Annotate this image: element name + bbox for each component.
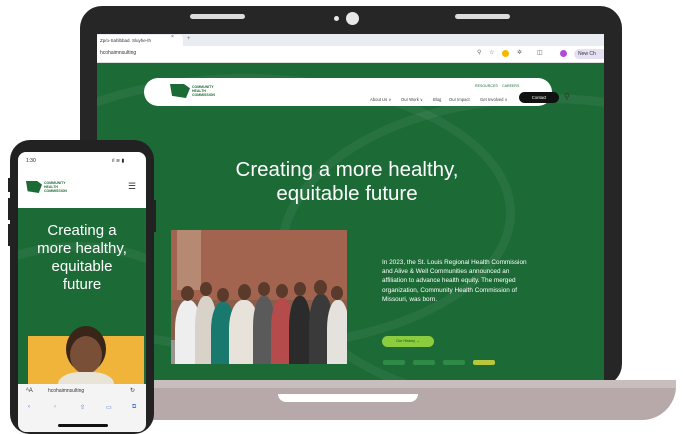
forward-icon[interactable]: ›	[54, 404, 56, 410]
puzzle-icon[interactable]: ✲	[517, 49, 522, 57]
logo-line: COMMISSION	[44, 189, 67, 193]
person-head	[258, 282, 270, 296]
carousel-indicator[interactable]	[413, 360, 435, 365]
person-head	[181, 286, 194, 301]
star-icon[interactable]: ☆	[489, 49, 494, 57]
close-icon[interactable]: ×	[171, 34, 174, 40]
hero-title-line: more healthy,	[37, 240, 127, 257]
phone-side-button	[8, 224, 11, 246]
person-head	[200, 282, 212, 296]
text-size-icon[interactable]: ᴬA	[26, 388, 33, 394]
our-history-button[interactable]: Our History →	[382, 336, 434, 347]
phone-power-button	[153, 200, 156, 232]
share-icon[interactable]: ⇧	[80, 404, 85, 411]
phone-site-header: COMMUNITY HEALTH COMMISSION ☰	[18, 171, 146, 208]
carousel-indicator[interactable]	[383, 360, 405, 365]
webcam	[346, 12, 359, 25]
logo-line: COMMISSION	[192, 93, 215, 97]
person	[289, 296, 311, 364]
signal-wifi-battery-icon: ıl ≋ ▮	[112, 158, 125, 164]
person-head	[217, 288, 229, 302]
tab-title: Zp/o-Sahlbbad. Sluyhe-Ih	[100, 38, 152, 43]
phone-side-button	[8, 198, 11, 220]
search-icon[interactable]: ⚲	[564, 92, 570, 101]
resources-link[interactable]: RESOURCES	[475, 84, 498, 88]
new-chrome-button[interactable]: New Ch	[574, 49, 604, 59]
logo-text[interactable]: COMMUNITY HEALTH COMMISSION	[44, 181, 67, 193]
carousel-indicator-active[interactable]	[473, 360, 495, 365]
camera-indicator	[334, 16, 339, 21]
phone-side-button	[8, 178, 11, 192]
hero-title-line: Creating a	[47, 222, 117, 239]
missouri-logo-icon[interactable]	[26, 181, 42, 193]
nav-get-involved[interactable]: Get Involved ∨	[480, 97, 508, 102]
building-column	[177, 230, 201, 290]
url-field[interactable]: hcohaimnsulting	[100, 50, 136, 56]
person-head	[331, 286, 343, 300]
logo-text[interactable]: COMMUNITY HEALTH COMMISSION	[192, 85, 215, 97]
person-head	[276, 284, 288, 298]
search-icon[interactable]: ⚲	[477, 49, 481, 57]
phone-url-field[interactable]: hcohaimnsulting	[48, 388, 84, 394]
browser-tab-bar: Zp/o-Sahlbbad. Sluyhe-Ih × +	[97, 34, 604, 46]
group-photo	[171, 230, 347, 364]
nav-about-us[interactable]: About Us ∨	[370, 97, 391, 102]
new-tab-icon[interactable]: +	[187, 34, 191, 45]
phone-screen: 1:30 ıl ≋ ▮ COMMUNITY HEALTH COMMISSION …	[18, 152, 146, 432]
person	[327, 300, 347, 364]
lid-speaker-right	[455, 14, 510, 19]
carousel-indicator[interactable]	[443, 360, 465, 365]
person-head	[238, 284, 251, 300]
extension-icon[interactable]	[502, 50, 509, 57]
back-icon[interactable]: ‹	[28, 404, 30, 410]
hero-title-line: Creating a more healthy,	[235, 158, 459, 181]
careers-link[interactable]: CAREERS	[502, 84, 519, 88]
person-head	[294, 282, 306, 296]
nav-our-impact[interactable]: Our Impact	[449, 97, 470, 102]
sidepanel-icon[interactable]: ◫	[537, 49, 543, 57]
phone-hero-title: Creating a more healthy, equitable futur…	[18, 222, 146, 294]
home-indicator	[58, 424, 108, 427]
tabs-icon[interactable]: ⧉	[132, 404, 136, 411]
portrait-face	[70, 336, 102, 374]
laptop-screen: Zp/o-Sahlbbad. Sluyhe-Ih × + hcohaimnsul…	[97, 34, 604, 380]
hero-title-line: future	[62, 276, 102, 293]
intro-paragraph: In 2023, the St. Louis Regional Health C…	[382, 259, 527, 303]
hero-title-line: equitable future	[276, 182, 418, 205]
reload-icon[interactable]: ↻	[130, 387, 135, 394]
phone-status-bar: 1:30 ıl ≋ ▮	[18, 152, 146, 171]
missouri-logo-icon[interactable]	[170, 84, 190, 98]
bookmarks-icon[interactable]: ▭	[106, 404, 112, 411]
site-header: COMMUNITY HEALTH COMMISSION RESOURCES CA…	[144, 78, 570, 106]
nav-blog[interactable]: Blog	[433, 97, 441, 102]
phone-time: 1:30	[26, 158, 36, 164]
hamburger-menu-icon[interactable]: ☰	[128, 181, 136, 192]
person-head	[314, 280, 327, 295]
laptop-notch	[278, 394, 418, 402]
address-bar: hcohaimnsulting ⚲ ☆ ✲ ◫ New Ch	[97, 46, 604, 63]
hero-title-line: equitable	[51, 258, 113, 275]
profile-avatar[interactable]	[560, 50, 567, 57]
nav-our-work[interactable]: Our Work ∨	[401, 97, 423, 102]
lid-speaker-left	[190, 14, 245, 19]
contact-button[interactable]: Contact	[519, 92, 559, 103]
hero-title: Creating a more healthy, equitable futur…	[157, 158, 537, 206]
